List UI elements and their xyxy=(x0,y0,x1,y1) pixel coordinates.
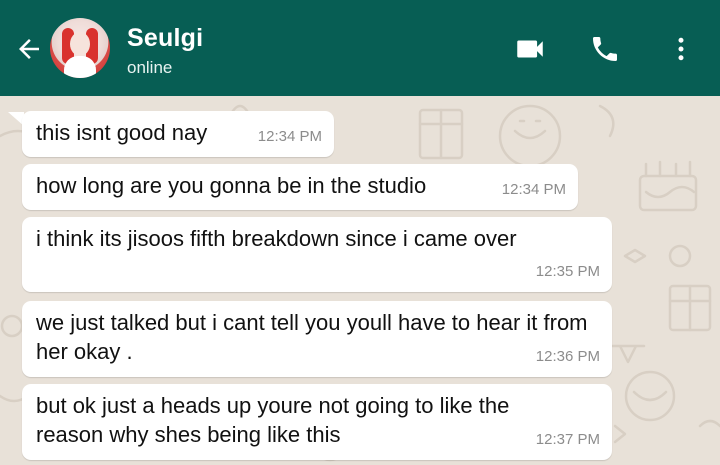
message-text: i think its jisoos fifth breakdown since… xyxy=(36,226,517,251)
video-call-icon[interactable] xyxy=(511,30,549,68)
chat-area[interactable]: this isnt good nay 12:34 PM how long are… xyxy=(0,96,720,465)
contact-status: online xyxy=(127,58,173,77)
message-time: 12:34 PM xyxy=(501,181,566,198)
message-bubble[interactable]: how long are you gonna be in the studio … xyxy=(22,164,578,210)
message-bubble[interactable]: we just talked but i cant tell you youll… xyxy=(22,301,612,377)
message-time: 12:34 PM xyxy=(257,128,322,145)
message-bubble[interactable]: i think its jisoos fifth breakdown since… xyxy=(22,217,612,292)
message-time: 12:35 PM xyxy=(535,263,600,280)
message-time: 12:36 PM xyxy=(535,348,600,365)
back-arrow-icon[interactable] xyxy=(12,32,46,66)
message-text: but ok just a heads up youre not going t… xyxy=(36,393,510,447)
message-time: 12:37 PM xyxy=(535,431,600,448)
chat-header: Seulgi online xyxy=(0,0,720,96)
message-text: how long are you gonna be in the studio xyxy=(36,173,427,198)
message-bubble[interactable]: this isnt good nay 12:34 PM xyxy=(22,111,334,157)
message-bubble[interactable]: but ok just a heads up youre not going t… xyxy=(22,384,612,460)
phone-icon[interactable] xyxy=(586,30,624,68)
avatar[interactable] xyxy=(50,18,110,78)
contact-name[interactable]: Seulgi xyxy=(127,24,203,53)
more-vertical-icon[interactable] xyxy=(662,30,700,68)
message-text: we just talked but i cant tell you youll… xyxy=(36,310,588,364)
